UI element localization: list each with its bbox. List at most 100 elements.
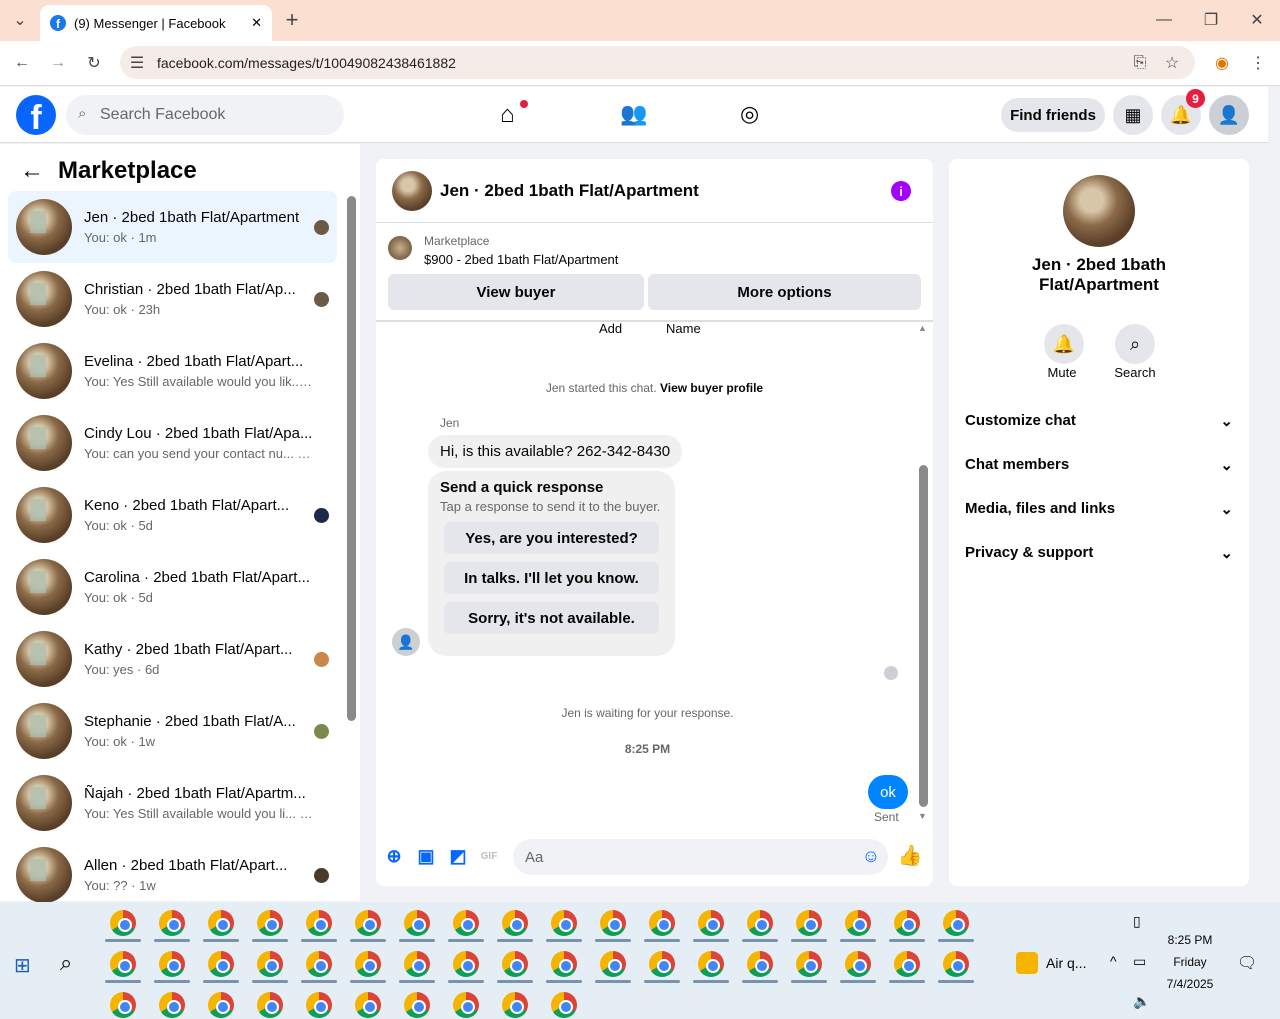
chat-header[interactable]: Jen · 2bed 1bath Flat/Apartment <box>376 159 933 223</box>
media-files-row[interactable]: Media, files and links ⌄ <box>965 500 1233 518</box>
plus-icon[interactable]: ⊕ <box>384 846 404 866</box>
outgoing-message[interactable]: ok <box>868 775 908 809</box>
more-options-button[interactable]: More options <box>648 274 921 310</box>
conversation-item[interactable]: Evelina · 2bed 1bath Flat/Apart... You: Y… <box>8 335 337 407</box>
chat-scrollbar[interactable] <box>919 465 928 807</box>
info-icon[interactable]: i <box>891 181 911 201</box>
chat-members-row[interactable]: Chat members ⌄ <box>965 456 1233 474</box>
tray-device-icon[interactable]: ▯ <box>1133 913 1141 930</box>
chrome-window-icon[interactable] <box>747 910 773 936</box>
chrome-window-icon[interactable] <box>110 951 136 977</box>
emoji-icon[interactable]: ☺ <box>861 846 881 866</box>
chrome-window-icon[interactable] <box>747 951 773 977</box>
tab-search-icon[interactable]: ⌄ <box>8 8 32 32</box>
like-thumb-icon[interactable]: 👍 <box>898 845 923 867</box>
chrome-window-icon[interactable] <box>894 910 920 936</box>
sticker-icon[interactable]: ◩ <box>448 846 468 866</box>
tray-chevron-icon[interactable]: ^ <box>1110 953 1117 969</box>
notification-center-icon[interactable]: 🗨 <box>1237 953 1257 973</box>
chrome-window-icon[interactable] <box>502 951 528 977</box>
chrome-window-icon[interactable] <box>600 910 626 936</box>
menu-grid-icon[interactable]: ▦ <box>1113 95 1153 135</box>
network-icon[interactable]: ▭ <box>1133 953 1146 970</box>
conversation-item[interactable]: Kathy · 2bed 1bath Flat/Apart... You: yes… <box>8 623 337 695</box>
chrome-window-icon[interactable] <box>698 951 724 977</box>
quick-reply-button[interactable]: In talks. I'll let you know. <box>444 562 659 594</box>
chrome-window-icon[interactable] <box>502 992 528 1018</box>
chrome-window-icon[interactable] <box>110 992 136 1018</box>
install-icon[interactable]: ⎘ <box>1128 51 1152 75</box>
browser-tab[interactable]: f (9) Messenger | Facebook ✕ <box>40 5 272 41</box>
search-chat-icon[interactable]: ⌕ <box>1115 324 1155 364</box>
chrome-window-icon[interactable] <box>404 951 430 977</box>
chrome-window-icon[interactable] <box>404 992 430 1018</box>
chrome-window-icon[interactable] <box>845 951 871 977</box>
restore-icon[interactable]: ❐ <box>1199 8 1223 32</box>
chrome-window-icon[interactable] <box>159 992 185 1018</box>
chrome-window-icon[interactable] <box>208 992 234 1018</box>
friends-icon[interactable]: 👥 <box>620 101 647 127</box>
chrome-window-icon[interactable] <box>306 992 332 1018</box>
message-input[interactable]: Aa <box>513 839 888 875</box>
chrome-window-icon[interactable] <box>257 992 283 1018</box>
chrome-window-icon[interactable] <box>453 992 479 1018</box>
chrome-window-icon[interactable] <box>943 910 969 936</box>
chrome-window-icon[interactable] <box>943 951 969 977</box>
profile-avatar[interactable] <box>1063 175 1135 247</box>
chrome-window-icon[interactable] <box>796 910 822 936</box>
photo-icon[interactable]: ▣ <box>416 846 436 866</box>
close-tab-icon[interactable]: ✕ <box>251 15 262 31</box>
conversation-item[interactable]: Keno · 2bed 1bath Flat/Apart... You: ok ·… <box>8 479 337 551</box>
chrome-window-icon[interactable] <box>600 951 626 977</box>
minimize-icon[interactable]: — <box>1152 8 1176 32</box>
bookmark-star-icon[interactable]: ☆ <box>1160 51 1184 75</box>
close-window-icon[interactable]: ✕ <box>1245 8 1269 32</box>
chrome-window-icon[interactable] <box>404 910 430 936</box>
chrome-window-icon[interactable] <box>208 910 234 936</box>
find-friends-button[interactable]: Find friends <box>1001 98 1105 132</box>
profile-icon[interactable]: ◉ <box>1210 51 1234 75</box>
groups-icon[interactable]: ◎ <box>740 101 759 127</box>
menu-dots-icon[interactable]: ⋮ <box>1246 51 1270 75</box>
gif-icon[interactable]: GIF <box>479 846 499 866</box>
conversation-item[interactable]: Stephanie · 2bed 1bath Flat/A... You: ok … <box>8 695 337 767</box>
reload-icon[interactable]: ↻ <box>82 51 106 75</box>
chrome-window-icon[interactable] <box>355 992 381 1018</box>
chrome-window-icon[interactable] <box>894 951 920 977</box>
back-arrow-icon[interactable]: ← <box>20 157 44 185</box>
customize-chat-row[interactable]: Customize chat ⌄ <box>965 412 1233 430</box>
scroll-up-icon[interactable]: ▲ <box>918 323 927 333</box>
incoming-message[interactable]: Hi, is this available? 262-342-8430 <box>428 435 683 468</box>
chrome-window-icon[interactable] <box>551 951 577 977</box>
chrome-window-icon[interactable] <box>355 910 381 936</box>
taskbar-search-icon[interactable]: ⌕ <box>60 950 72 976</box>
chrome-window-icon[interactable] <box>649 910 675 936</box>
chrome-window-icon[interactable] <box>502 910 528 936</box>
view-buyer-profile-link[interactable]: View buyer profile <box>660 381 763 395</box>
chrome-window-icon[interactable] <box>551 992 577 1018</box>
clock-day[interactable]: Friday <box>1160 955 1220 969</box>
listing-title[interactable]: $900 - 2bed 1bath Flat/Apartment <box>424 252 618 267</box>
quick-reply-button[interactable]: Yes, are you interested? <box>444 522 659 554</box>
chrome-window-icon[interactable] <box>453 951 479 977</box>
clock-date[interactable]: 7/4/2025 <box>1160 977 1220 991</box>
list-scrollbar[interactable] <box>347 196 356 721</box>
clock-time[interactable]: 8:25 PM <box>1160 933 1220 947</box>
forward-icon[interactable]: → <box>46 51 70 75</box>
air-quality-icon[interactable] <box>1016 952 1038 974</box>
chrome-window-icon[interactable] <box>306 910 332 936</box>
windows-start-icon[interactable]: ⊞ <box>14 953 31 978</box>
chrome-window-icon[interactable] <box>453 910 479 936</box>
new-tab-icon[interactable]: + <box>280 7 304 32</box>
chrome-window-icon[interactable] <box>845 910 871 936</box>
chrome-window-icon[interactable] <box>110 910 136 936</box>
chrome-window-icon[interactable] <box>649 951 675 977</box>
view-buyer-button[interactable]: View buyer <box>388 274 644 310</box>
chrome-window-icon[interactable] <box>306 951 332 977</box>
volume-icon[interactable]: 🔈 <box>1133 993 1150 1010</box>
conversation-item[interactable]: Cindy Lou · 2bed 1bath Flat/Apa... You: c… <box>8 407 337 479</box>
account-avatar[interactable]: 👤 <box>1209 95 1249 135</box>
search-input[interactable]: ⌕ Search Facebook <box>66 95 344 135</box>
chrome-window-icon[interactable] <box>159 910 185 936</box>
chrome-window-icon[interactable] <box>551 910 577 936</box>
